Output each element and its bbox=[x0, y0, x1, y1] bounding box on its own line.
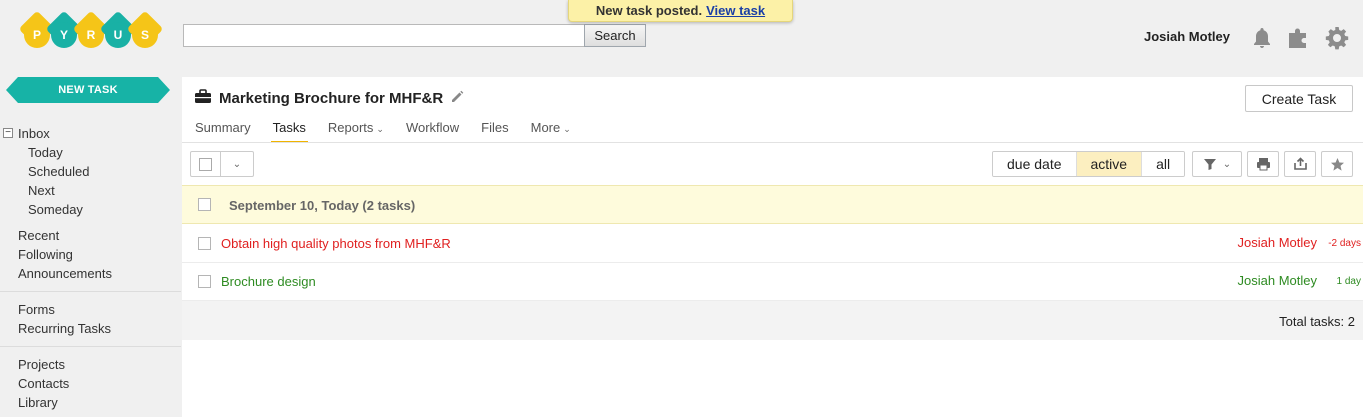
task-row[interactable]: Brochure design Josiah Motley 1 day bbox=[182, 263, 1363, 301]
search-input[interactable] bbox=[183, 24, 584, 47]
filter-active[interactable]: active bbox=[1076, 152, 1143, 176]
puzzle-icon[interactable] bbox=[1287, 26, 1311, 50]
filter-all[interactable]: all bbox=[1142, 152, 1185, 176]
select-all-control: ⌄ bbox=[190, 151, 254, 177]
notification-toast: New task posted. View task bbox=[568, 0, 793, 22]
sidebar-divider bbox=[0, 291, 181, 292]
sidebar-nav: − Inbox Today Scheduled Next Someday Rec… bbox=[0, 124, 181, 412]
task-assignee: Josiah Motley bbox=[1237, 273, 1317, 288]
project-title: Marketing Brochure for MHF&R bbox=[219, 90, 444, 107]
chevron-down-icon: ⌄ bbox=[376, 124, 384, 134]
task-toolbar: ⌄ due date active all ⌄ bbox=[182, 143, 1363, 185]
print-icon bbox=[1256, 158, 1270, 171]
logo-letter-u: U bbox=[105, 22, 131, 48]
task-filter-segment: due date active all bbox=[992, 151, 1186, 177]
task-row[interactable]: Obtain high quality photos from MHF&R Jo… bbox=[182, 225, 1363, 263]
sidebar-item-forms[interactable]: Forms bbox=[0, 300, 181, 319]
user-name[interactable]: Josiah Motley bbox=[1144, 29, 1230, 44]
search-button[interactable]: Search bbox=[584, 24, 646, 47]
group-checkbox[interactable] bbox=[198, 198, 211, 211]
tab-more[interactable]: More ⌄ bbox=[530, 119, 572, 143]
filter-due-date[interactable]: due date bbox=[993, 152, 1077, 176]
sidebar-item-next[interactable]: Next bbox=[0, 181, 181, 200]
logo-letter-s: S bbox=[132, 22, 158, 48]
view-task-link[interactable]: View task bbox=[706, 3, 765, 18]
project-tabs: Summary Tasks Reports ⌄ Workflow Files Mo… bbox=[194, 119, 592, 143]
sidebar-item-projects[interactable]: Projects bbox=[0, 355, 181, 374]
toast-text: New task posted. bbox=[595, 3, 703, 18]
task-name[interactable]: Brochure design bbox=[221, 274, 316, 289]
search-bar: Search bbox=[183, 24, 646, 47]
export-icon bbox=[1293, 157, 1307, 170]
task-group-header: September 10, Today (2 tasks) bbox=[182, 185, 1363, 224]
funnel-icon bbox=[1203, 159, 1216, 170]
new-task-label: NEW TASK bbox=[58, 84, 118, 96]
sidebar-item-scheduled[interactable]: Scheduled bbox=[0, 162, 181, 181]
pyrus-logo[interactable]: P Y R U S bbox=[18, 10, 164, 60]
task-checkbox[interactable] bbox=[198, 275, 211, 288]
task-checkbox[interactable] bbox=[198, 237, 211, 250]
tab-reports[interactable]: Reports ⌄ bbox=[327, 119, 385, 143]
chevron-down-icon: ⌄ bbox=[232, 158, 242, 170]
bell-icon[interactable] bbox=[1250, 26, 1274, 50]
tab-files[interactable]: Files bbox=[480, 119, 509, 143]
create-task-button[interactable]: Create Task bbox=[1245, 85, 1353, 112]
favorite-button[interactable] bbox=[1321, 151, 1353, 177]
sidebar-item-today[interactable]: Today bbox=[0, 143, 181, 162]
logo-letter-y: Y bbox=[51, 22, 77, 48]
task-name[interactable]: Obtain high quality photos from MHF&R bbox=[221, 236, 451, 251]
export-button[interactable] bbox=[1284, 151, 1316, 177]
sidebar-divider bbox=[0, 346, 181, 347]
total-tasks: Total tasks: 2 bbox=[1279, 314, 1355, 329]
logo-letter-r: R bbox=[78, 22, 104, 48]
page-title: Marketing Brochure for MHF&R bbox=[194, 89, 464, 108]
tab-summary[interactable]: Summary bbox=[194, 119, 252, 143]
collapse-icon[interactable]: − bbox=[3, 128, 13, 138]
sidebar-item-recent[interactable]: Recent bbox=[0, 226, 181, 245]
filter-button[interactable]: ⌄ bbox=[1192, 151, 1242, 177]
sidebar-item-library[interactable]: Library bbox=[0, 393, 181, 412]
select-dropdown[interactable]: ⌄ bbox=[221, 152, 253, 176]
print-button[interactable] bbox=[1247, 151, 1279, 177]
tab-workflow[interactable]: Workflow bbox=[405, 119, 460, 143]
logo-letter-p: P bbox=[24, 22, 50, 48]
sidebar-item-following[interactable]: Following bbox=[0, 245, 181, 264]
chevron-down-icon: ⌄ bbox=[563, 124, 571, 134]
tab-tasks[interactable]: Tasks bbox=[270, 119, 309, 143]
sidebar-item-contacts[interactable]: Contacts bbox=[0, 374, 181, 393]
task-list-footer: Total tasks: 2 bbox=[182, 301, 1363, 340]
task-due: -2 days bbox=[1328, 238, 1361, 249]
chevron-down-icon: ⌄ bbox=[1222, 158, 1232, 170]
task-due: 1 day bbox=[1336, 276, 1361, 287]
new-task-button[interactable]: NEW TASK bbox=[6, 77, 170, 103]
sidebar-item-someday[interactable]: Someday bbox=[0, 200, 181, 219]
briefcase-icon bbox=[194, 89, 212, 108]
sidebar-item-recurring-tasks[interactable]: Recurring Tasks bbox=[0, 319, 181, 338]
sidebar-item-inbox[interactable]: − Inbox bbox=[0, 124, 181, 143]
select-all-checkbox[interactable] bbox=[191, 152, 221, 176]
task-assignee: Josiah Motley bbox=[1237, 235, 1317, 250]
main-panel: Marketing Brochure for MHF&R Create Task… bbox=[182, 77, 1363, 417]
gear-icon[interactable] bbox=[1325, 26, 1349, 50]
pencil-icon[interactable] bbox=[450, 90, 464, 108]
sidebar-item-announcements[interactable]: Announcements bbox=[0, 264, 181, 283]
group-label: September 10, Today (2 tasks) bbox=[229, 198, 416, 213]
star-icon bbox=[1330, 157, 1344, 171]
